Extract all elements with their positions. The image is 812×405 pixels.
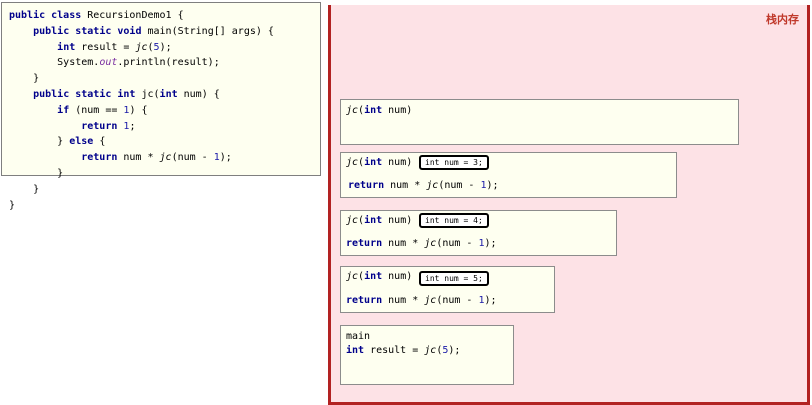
code-line-5: } — [9, 73, 40, 85]
frame-body: int result = jc(5); — [346, 345, 461, 356]
stack-memory: 栈内存 jc(int num) jc(int num) int num = 3;… — [328, 5, 810, 405]
stack-frame-jc-num-3: jc(int num) int num = 3; return num * jc… — [340, 152, 677, 198]
frame-body: return num * jc(num - 1); — [348, 180, 499, 191]
stack-memory-label: 栈内存 — [766, 13, 799, 26]
local-variable-badge: int num = 5; — [419, 271, 489, 286]
frame-header: jc(int num) — [346, 215, 413, 226]
local-variable-badge: int num = 4; — [419, 213, 489, 228]
frame-header: jc(int num) — [346, 105, 413, 116]
frame-body: return num * jc(num - 1); — [346, 295, 497, 306]
code-line-4: System.out.println(result); — [9, 57, 220, 69]
code-line-7: if (num == 1) { — [57, 104, 148, 116]
frame-header: jc(int num) — [346, 157, 413, 168]
code-line-12: } — [9, 183, 40, 195]
local-variable-badge: int num = 3; — [419, 155, 489, 170]
code-line-9: } else { — [9, 136, 106, 148]
code-line-1: public class RecursionDemo1 { — [9, 10, 184, 21]
code-line-8: return 1; — [81, 120, 136, 132]
code-line-2: public static void main(String[] args) { — [33, 25, 274, 37]
code-line-3: int result = jc(5); — [57, 41, 172, 53]
source-code: public class RecursionDemo1 { public sta… — [9, 8, 274, 213]
code-line-11: } — [9, 167, 64, 179]
frame-header: jc(int num) — [346, 271, 413, 282]
frame-header: main — [346, 331, 371, 342]
code-line-6: public static int jc(int num) { — [33, 88, 220, 100]
code-panel: public class RecursionDemo1 { public sta… — [1, 2, 321, 211]
frame-body: return num * jc(num - 1); — [346, 238, 497, 249]
stack-frame-jc-num-4: jc(int num) int num = 4; return num * jc… — [340, 210, 617, 256]
stack-frame-jc-num-5: jc(int num) int num = 5; return num * jc… — [340, 266, 555, 313]
code-line-10: return num * jc(num - 1); — [81, 152, 232, 164]
code-line-13: } — [9, 199, 16, 211]
stack-frame-jc-top: jc(int num) — [340, 99, 739, 145]
stack-frame-main: main int result = jc(5); — [340, 325, 514, 385]
